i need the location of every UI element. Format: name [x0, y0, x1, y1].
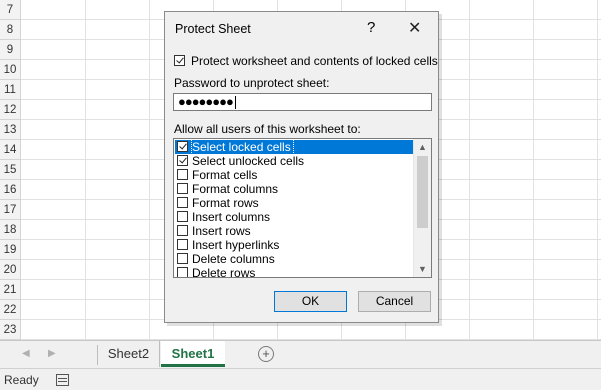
- permission-checkbox[interactable]: [177, 169, 188, 180]
- row-header[interactable]: 23: [0, 320, 21, 340]
- protect-worksheet-label: Protect worksheet and contents of locked…: [191, 54, 438, 68]
- dialog-title: Protect Sheet: [175, 22, 251, 36]
- permission-label: Delete rows: [192, 266, 256, 278]
- permission-item[interactable]: Format rows: [175, 196, 414, 210]
- sheet-tab-bar: ◀ ▶ Sheet2 Sheet1 +: [0, 340, 601, 368]
- macro-recording-icon[interactable]: [56, 374, 69, 386]
- permission-checkbox[interactable]: [177, 239, 188, 250]
- permission-checkbox[interactable]: [177, 267, 188, 277]
- column-gridline: [149, 0, 150, 340]
- permission-label: Delete columns: [192, 252, 275, 266]
- permission-item[interactable]: Insert columns: [175, 210, 414, 224]
- permission-label: Format columns: [192, 182, 279, 196]
- protect-sheet-dialog: Protect Sheet ? ✕ Protect worksheet and …: [164, 11, 439, 323]
- row-header[interactable]: 19: [0, 240, 21, 260]
- tab-sheet1[interactable]: Sheet1: [161, 341, 225, 367]
- permission-label: Insert rows: [192, 224, 251, 238]
- scroll-up-icon[interactable]: ▲: [414, 139, 431, 155]
- row-header[interactable]: 20: [0, 260, 21, 280]
- permission-label: Select unlocked cells: [192, 154, 305, 168]
- row-header[interactable]: 15: [0, 160, 21, 180]
- row-header[interactable]: 10: [0, 60, 21, 80]
- column-gridline: [597, 0, 598, 340]
- permission-checkbox[interactable]: [177, 141, 188, 152]
- row-header[interactable]: 8: [0, 20, 21, 40]
- status-text: Ready: [4, 373, 39, 387]
- permission-item[interactable]: Format cells: [175, 168, 414, 182]
- permission-item[interactable]: Insert hyperlinks: [175, 238, 414, 252]
- row-header[interactable]: 17: [0, 200, 21, 220]
- tab-sheet2[interactable]: Sheet2: [98, 341, 160, 367]
- permission-checkbox[interactable]: [177, 225, 188, 236]
- permission-checkbox[interactable]: [177, 253, 188, 264]
- row-header[interactable]: 13: [0, 120, 21, 140]
- permission-checkbox[interactable]: [177, 197, 188, 208]
- permission-item[interactable]: Delete rows: [175, 266, 414, 278]
- permission-item[interactable]: Select unlocked cells: [175, 154, 414, 168]
- row-header[interactable]: 22: [0, 300, 21, 320]
- password-input[interactable]: ●●●●●●●●: [173, 93, 432, 111]
- permission-checkbox[interactable]: [177, 183, 188, 194]
- status-bar: Ready: [0, 368, 601, 390]
- permission-label: Select locked cells: [191, 139, 294, 155]
- close-icon[interactable]: ✕: [408, 18, 421, 38]
- row-header[interactable]: 18: [0, 220, 21, 240]
- row-header[interactable]: 14: [0, 140, 21, 160]
- permission-item[interactable]: Select locked cells: [175, 139, 414, 155]
- allow-users-label: Allow all users of this worksheet to:: [174, 122, 361, 136]
- row-header[interactable]: 16: [0, 180, 21, 200]
- password-label: Password to unprotect sheet:: [174, 76, 330, 90]
- permission-label: Format rows: [192, 196, 259, 210]
- password-value: ●●●●●●●●: [178, 94, 234, 109]
- scroll-left-icon[interactable]: ◀: [22, 348, 30, 359]
- scroll-right-icon[interactable]: ▶: [48, 348, 56, 359]
- scrollbar-thumb[interactable]: [417, 156, 428, 228]
- column-gridline: [533, 0, 534, 340]
- permissions-scrollbar[interactable]: ▲ ▼: [413, 139, 431, 277]
- column-gridline: [85, 0, 86, 340]
- permission-checkbox[interactable]: [177, 155, 188, 166]
- permission-label: Format cells: [192, 168, 258, 182]
- cancel-button[interactable]: Cancel: [358, 291, 431, 312]
- permission-checkbox[interactable]: [177, 211, 188, 222]
- ok-button[interactable]: OK: [274, 291, 347, 312]
- help-icon[interactable]: ?: [367, 19, 375, 36]
- row-header[interactable]: 7: [0, 0, 21, 20]
- scroll-down-icon[interactable]: ▼: [414, 261, 431, 277]
- permission-item[interactable]: Delete columns: [175, 252, 414, 266]
- row-header[interactable]: 12: [0, 100, 21, 120]
- row-header[interactable]: 11: [0, 80, 21, 100]
- permission-item[interactable]: Format columns: [175, 182, 414, 196]
- protect-worksheet-checkbox[interactable]: [174, 55, 185, 66]
- row-header[interactable]: 9: [0, 40, 21, 60]
- permission-label: Insert hyperlinks: [192, 238, 280, 252]
- permissions-list[interactable]: Select locked cells Select unlocked cells…: [173, 138, 432, 278]
- permission-label: Insert columns: [192, 210, 271, 224]
- permission-item[interactable]: Insert rows: [175, 224, 414, 238]
- add-sheet-icon[interactable]: +: [258, 346, 274, 362]
- text-caret: [234, 96, 236, 110]
- column-gridline: [469, 0, 470, 340]
- row-header[interactable]: 21: [0, 280, 21, 300]
